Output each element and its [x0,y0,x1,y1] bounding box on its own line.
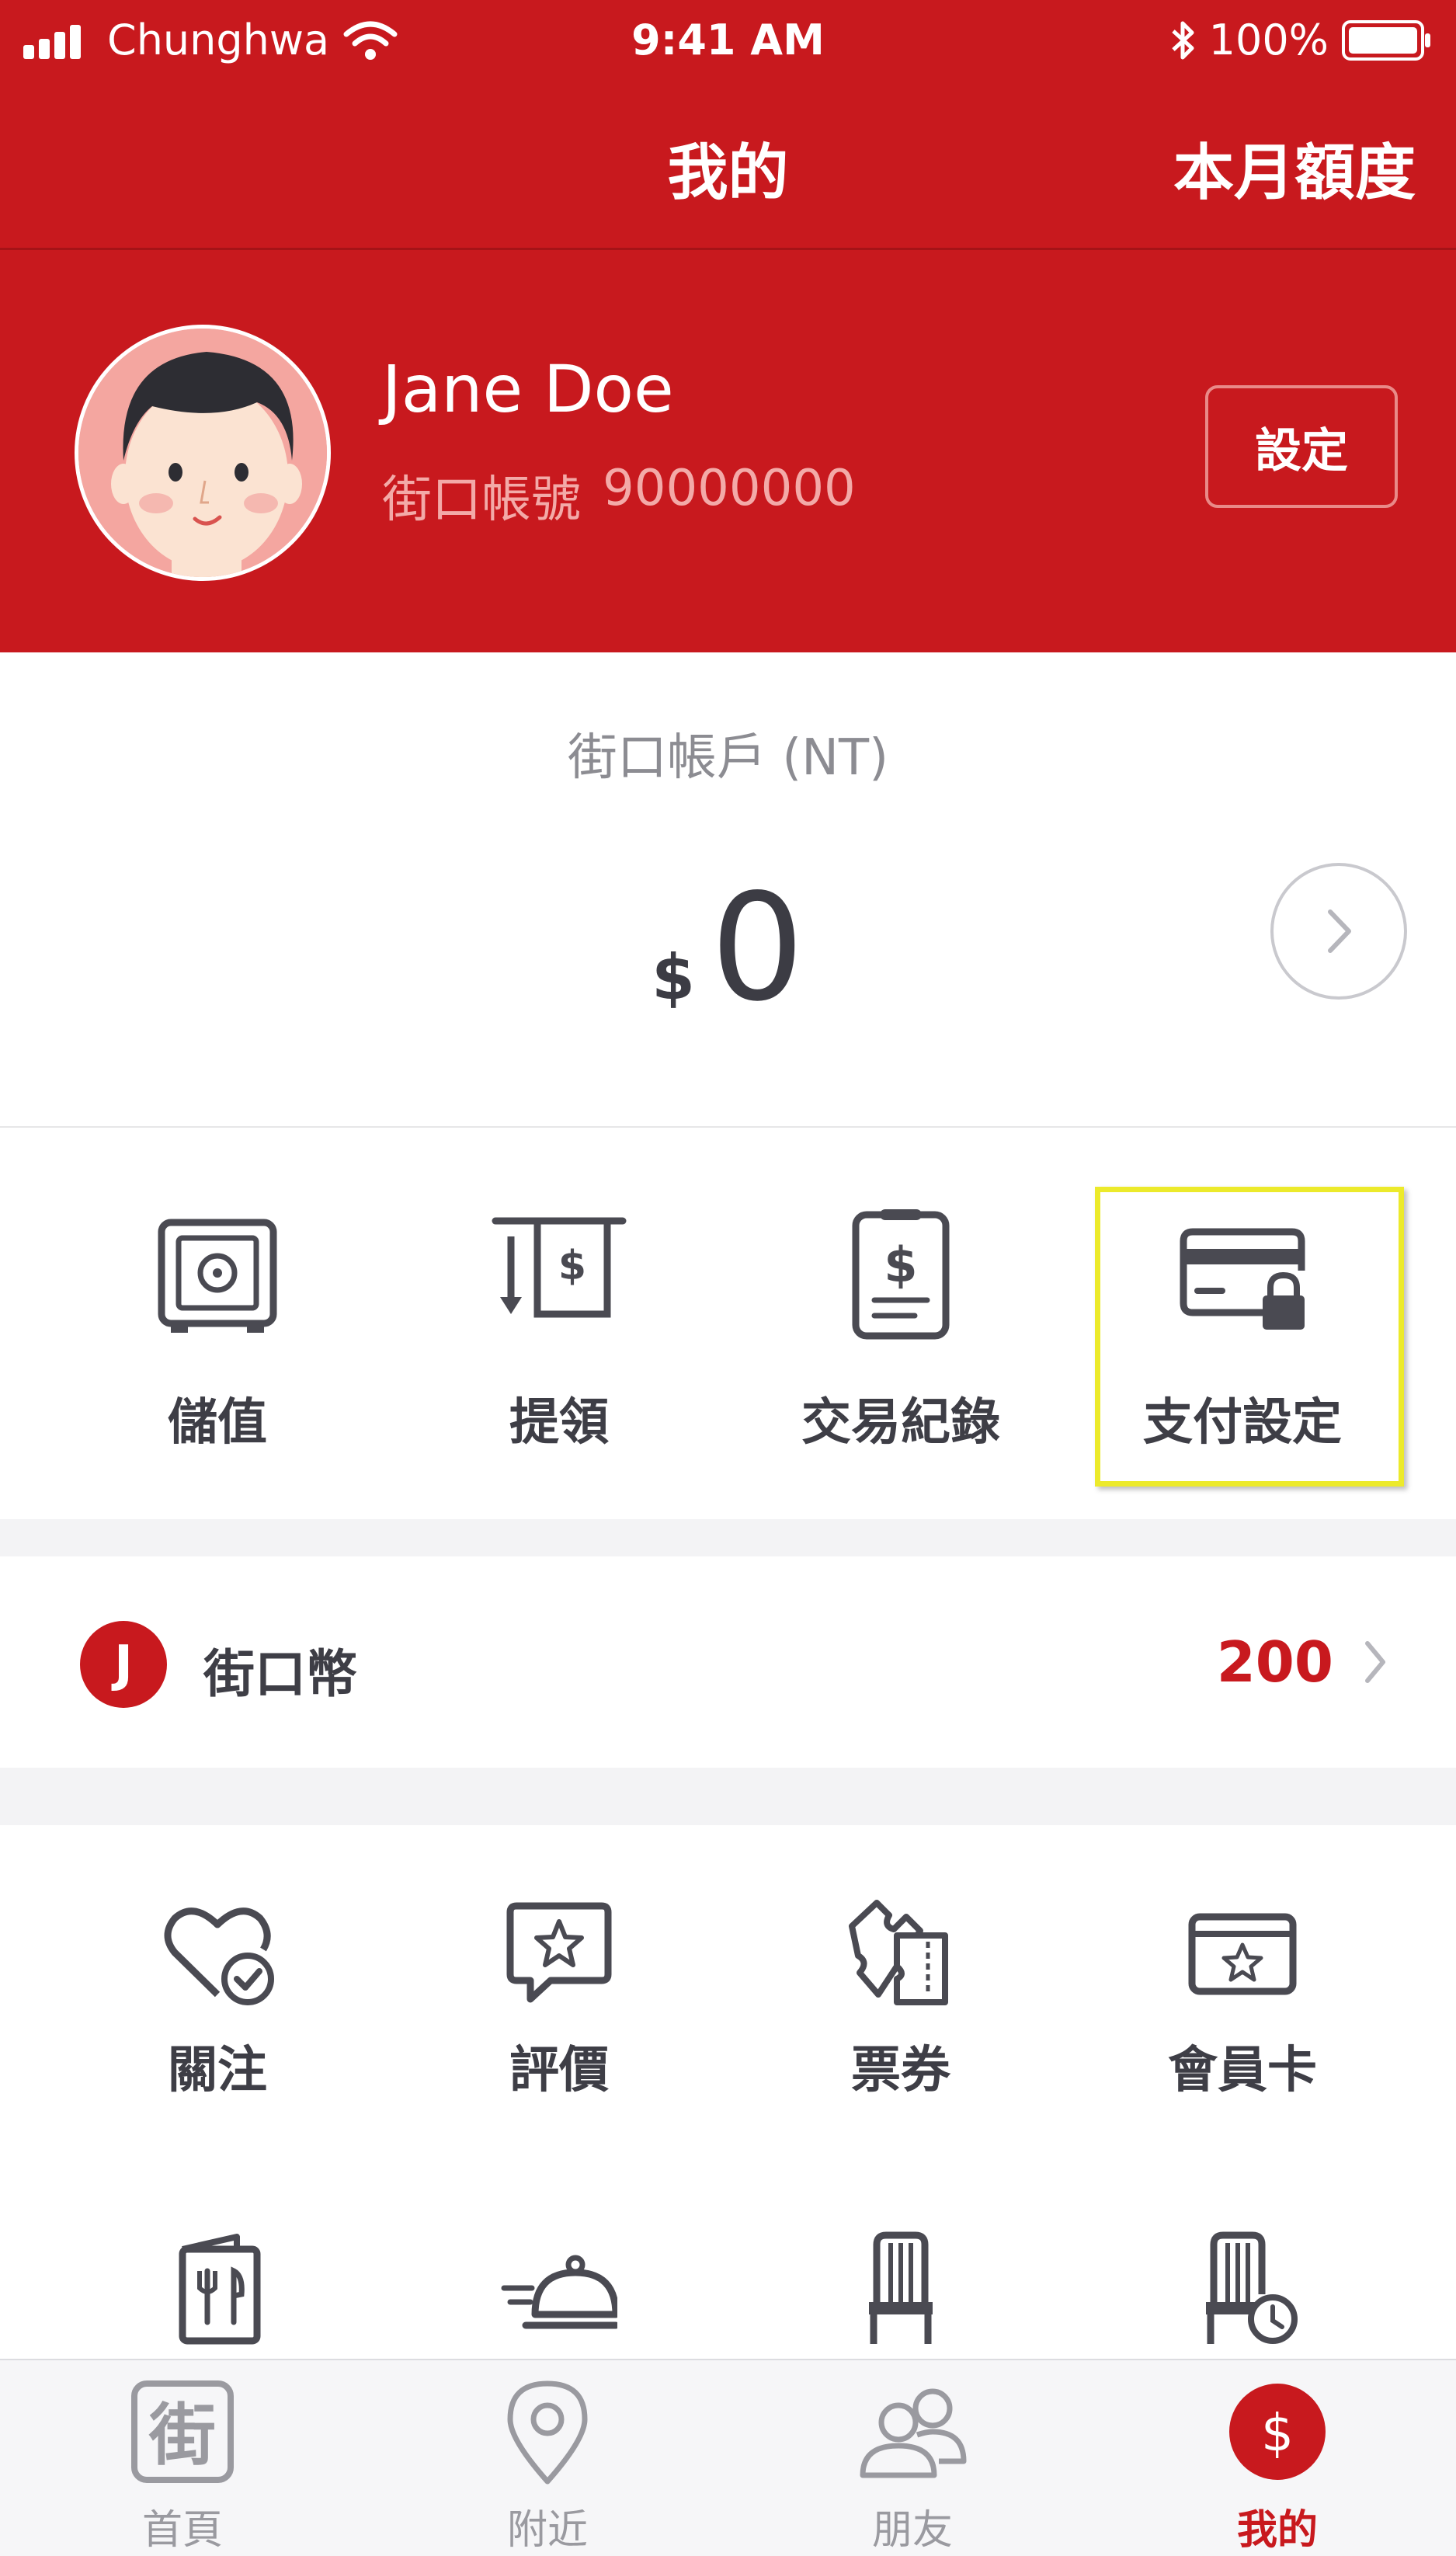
feature-follow[interactable]: 關注 [47,1825,388,2099]
battery-percent: 100% [1208,16,1329,64]
avatar-face-icon [78,329,327,577]
svg-text:$: $ [1261,2403,1294,2463]
jkos-coin-row[interactable]: J 街口幣 200 [0,1556,1456,1768]
tab-bar: 街 首頁 附近 朋友 $ 我的 [0,2359,1456,2556]
chevron-right-icon [1328,909,1351,953]
feature-label: 會員卡 [1168,2042,1317,2099]
account-number: 90000000 [603,460,856,517]
food-cloche-icon [501,2255,617,2329]
tab-mine[interactable]: $ 我的 [1095,2360,1456,2556]
account-info: 街口帳號 90000000 [382,460,856,531]
tab-label: 我的 [1236,2507,1318,2554]
action-withdraw[interactable]: $ 提領 [388,1128,730,1519]
nav-bar: 我的 本月額度 [0,85,1456,250]
feature-tickets[interactable]: 票券 [730,1825,1072,2099]
chevron-right-icon [1365,1641,1385,1683]
settings-button[interactable]: 設定 [1205,385,1398,508]
profile-header: Jane Doe 街口帳號 90000000 設定 [0,250,1456,652]
feature-grid: 關注 評價 票券 會員卡 [0,1825,1456,2369]
balance-panel: 街口帳戶 (NT) $0 [0,652,1456,1128]
svg-text:$: $ [884,1236,917,1293]
account-label: 街口帳號 [382,471,581,529]
menu-book-icon [179,2234,261,2345]
ticket-icon [849,1900,948,2005]
currency-symbol: $ [652,941,695,1014]
tab-friends[interactable]: 朋友 [730,2360,1095,2556]
feature-label: 關注 [168,2042,267,2099]
heart-check-icon [164,1907,274,2005]
action-transactions[interactable]: $ 交易紀錄 [730,1128,1072,1519]
action-label: 儲值 [168,1394,267,1452]
tab-home[interactable]: 街 首頁 [0,2360,365,2556]
bluetooth-icon [1171,21,1194,59]
jkos-coin-label: 街口幣 [203,1644,357,1704]
monthly-quota-link[interactable]: 本月額度 [1173,124,1416,211]
battery-icon [1342,19,1430,61]
location-pin-icon [507,2380,588,2485]
balance-amount: $0 [0,862,1456,1034]
tab-label: 附近 [506,2507,588,2554]
home-jie-icon: 街 [131,2380,234,2483]
friends-icon [860,2388,967,2478]
receipt-icon: $ [852,1209,950,1340]
action-label: 提領 [509,1394,609,1452]
feature-label: 評價 [509,2042,609,2099]
tab-label: 首頁 [141,2507,223,2554]
chair-clock-icon [1206,2231,1298,2344]
highlight-box [1095,1187,1404,1487]
tab-label: 朋友 [871,2507,953,2554]
dollar-circle-icon: $ [1229,2384,1326,2480]
feature-member-card[interactable]: 會員卡 [1072,1825,1413,2099]
user-name: Jane Doe [382,351,674,427]
action-label: 交易紀錄 [801,1394,1000,1452]
balance-label: 街口帳戶 (NT) [567,729,889,787]
balance-detail-button[interactable] [1270,863,1407,1000]
safe-icon [158,1219,277,1333]
jkos-coin-badge: J [80,1621,167,1708]
withdraw-icon: $ [492,1217,627,1318]
chair-icon [869,2231,933,2344]
tab-nearby[interactable]: 附近 [365,2360,730,2556]
member-card-icon [1188,1913,1297,1995]
svg-text:$: $ [558,1243,586,1289]
svg-text:街: 街 [148,2397,216,2474]
avatar[interactable] [75,325,331,581]
star-message-icon [506,1902,612,2003]
status-right: 100% [1170,16,1433,64]
balance-value: 0 [710,862,804,1034]
feature-label: 票券 [851,2042,950,2099]
action-top-up[interactable]: 儲值 [47,1128,388,1519]
status-bar: Chunghwa 9:41 AM 100% [0,0,1456,85]
feature-review[interactable]: 評價 [388,1825,730,2099]
jkos-coin-value: 200 [1216,1629,1333,1695]
